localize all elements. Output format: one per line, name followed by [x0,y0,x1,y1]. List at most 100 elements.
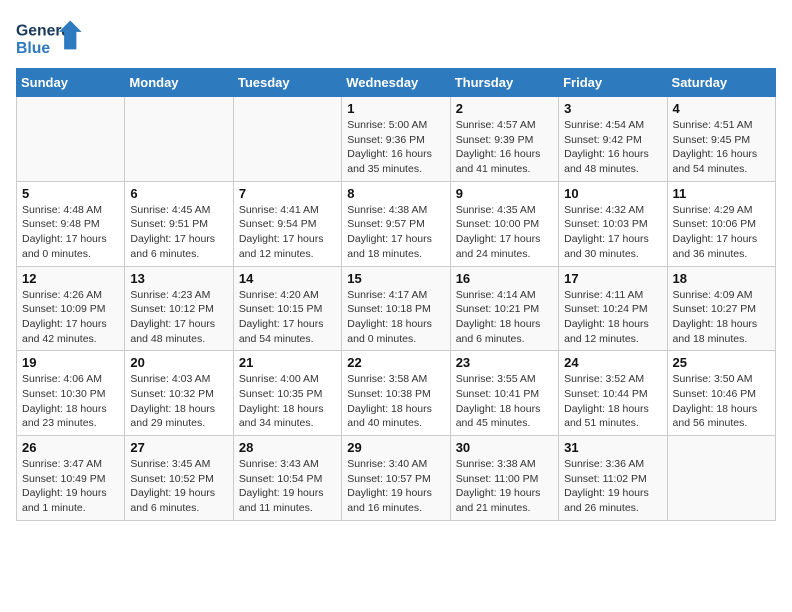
day-number: 22 [347,355,444,370]
calendar-cell: 12 Sunrise: 4:26 AM Sunset: 10:09 PM Dayl… [17,266,125,351]
calendar-cell: 30 Sunrise: 3:38 AM Sunset: 11:00 PM Dayl… [450,436,558,521]
calendar-cell: 19Sunrise: 4:06 AM Sunset: 10:30 PM Dayl… [17,351,125,436]
day-number: 12 [22,271,119,286]
day-info: Sunrise: 4:35 AM Sunset: 10:00 PM Daylig… [456,203,553,262]
day-info: Sunrise: 5:00 AM Sunset: 9:36 PM Dayligh… [347,118,444,177]
day-number: 13 [130,271,227,286]
day-number: 25 [673,355,770,370]
day-number: 7 [239,186,336,201]
day-number: 17 [564,271,661,286]
day-info: Sunrise: 4:23 AM Sunset: 10:12 PM Daylig… [130,288,227,347]
day-number: 10 [564,186,661,201]
day-info: Sunrise: 4:09 AM Sunset: 10:27 PM Daylig… [673,288,770,347]
calendar-cell: 26Sunrise: 3:47 AM Sunset: 10:49 PM Dayl… [17,436,125,521]
calendar-cell [125,97,233,182]
column-header-friday: Friday [559,69,667,97]
calendar-cell: 16Sunrise: 4:14 AM Sunset: 10:21 PM Dayl… [450,266,558,351]
day-info: Sunrise: 3:52 AM Sunset: 10:44 PM Daylig… [564,372,661,431]
column-header-monday: Monday [125,69,233,97]
day-number: 14 [239,271,336,286]
calendar-cell: 27 Sunrise: 3:45 AM Sunset: 10:52 PM Dayl… [125,436,233,521]
page-header: GeneralBlue [16,16,776,60]
calendar-cell: 13 Sunrise: 4:23 AM Sunset: 10:12 PM Dayl… [125,266,233,351]
day-info: Sunrise: 4:26 AM Sunset: 10:09 PM Daylig… [22,288,119,347]
day-info: Sunrise: 3:38 AM Sunset: 11:00 PM Daylig… [456,457,553,516]
day-number: 6 [130,186,227,201]
day-info: Sunrise: 4:03 AM Sunset: 10:32 PM Daylig… [130,372,227,431]
day-info: Sunrise: 4:00 AM Sunset: 10:35 PM Daylig… [239,372,336,431]
calendar-cell: 3 Sunrise: 4:54 AM Sunset: 9:42 PM Daylig… [559,97,667,182]
svg-text:Blue: Blue [16,40,50,57]
calendar-cell: 15 Sunrise: 4:17 AM Sunset: 10:18 PM Dayl… [342,266,450,351]
day-number: 11 [673,186,770,201]
day-number: 3 [564,101,661,116]
calendar-cell: 5Sunrise: 4:48 AM Sunset: 9:48 PM Daylig… [17,181,125,266]
calendar-cell: 9 Sunrise: 4:35 AM Sunset: 10:00 PM Dayli… [450,181,558,266]
calendar-cell: 6 Sunrise: 4:45 AM Sunset: 9:51 PM Daylig… [125,181,233,266]
calendar-cell: 4 Sunrise: 4:51 AM Sunset: 9:45 PM Daylig… [667,97,775,182]
calendar-table: SundayMondayTuesdayWednesdayThursdayFrid… [16,68,776,521]
day-number: 8 [347,186,444,201]
day-info: Sunrise: 4:54 AM Sunset: 9:42 PM Dayligh… [564,118,661,177]
day-info: Sunrise: 4:38 AM Sunset: 9:57 PM Dayligh… [347,203,444,262]
calendar-cell: 29Sunrise: 3:40 AM Sunset: 10:57 PM Dayl… [342,436,450,521]
calendar-cell [667,436,775,521]
calendar-cell: 2 Sunrise: 4:57 AM Sunset: 9:39 PM Daylig… [450,97,558,182]
day-number: 20 [130,355,227,370]
calendar-cell: 21 Sunrise: 4:00 AM Sunset: 10:35 PM Dayl… [233,351,341,436]
day-info: Sunrise: 3:36 AM Sunset: 11:02 PM Daylig… [564,457,661,516]
calendar-cell: 14 Sunrise: 4:20 AM Sunset: 10:15 PM Dayl… [233,266,341,351]
day-number: 1 [347,101,444,116]
day-number: 15 [347,271,444,286]
day-number: 29 [347,440,444,455]
day-number: 30 [456,440,553,455]
day-number: 31 [564,440,661,455]
calendar-cell: 31 Sunrise: 3:36 AM Sunset: 11:02 PM Dayl… [559,436,667,521]
day-number: 18 [673,271,770,286]
day-number: 9 [456,186,553,201]
day-info: Sunrise: 3:47 AM Sunset: 10:49 PM Daylig… [22,457,119,516]
calendar-cell: 17 Sunrise: 4:11 AM Sunset: 10:24 PM Dayl… [559,266,667,351]
calendar-cell: 25 Sunrise: 3:50 AM Sunset: 10:46 PM Dayl… [667,351,775,436]
day-number: 23 [456,355,553,370]
day-info: Sunrise: 3:45 AM Sunset: 10:52 PM Daylig… [130,457,227,516]
column-header-thursday: Thursday [450,69,558,97]
calendar-cell: 18 Sunrise: 4:09 AM Sunset: 10:27 PM Dayl… [667,266,775,351]
day-number: 2 [456,101,553,116]
calendar-cell [17,97,125,182]
day-info: Sunrise: 4:20 AM Sunset: 10:15 PM Daylig… [239,288,336,347]
column-header-saturday: Saturday [667,69,775,97]
calendar-cell: 11Sunrise: 4:29 AM Sunset: 10:06 PM Dayl… [667,181,775,266]
day-number: 16 [456,271,553,286]
calendar-cell: 28Sunrise: 3:43 AM Sunset: 10:54 PM Dayl… [233,436,341,521]
day-info: Sunrise: 3:58 AM Sunset: 10:38 PM Daylig… [347,372,444,431]
logo: GeneralBlue [16,16,86,60]
day-info: Sunrise: 4:11 AM Sunset: 10:24 PM Daylig… [564,288,661,347]
day-info: Sunrise: 4:45 AM Sunset: 9:51 PM Dayligh… [130,203,227,262]
day-info: Sunrise: 4:32 AM Sunset: 10:03 PM Daylig… [564,203,661,262]
calendar-cell: 10 Sunrise: 4:32 AM Sunset: 10:03 PM Dayl… [559,181,667,266]
calendar-cell: 8 Sunrise: 4:38 AM Sunset: 9:57 PM Daylig… [342,181,450,266]
calendar-cell: 24Sunrise: 3:52 AM Sunset: 10:44 PM Dayl… [559,351,667,436]
calendar-cell: 1 Sunrise: 5:00 AM Sunset: 9:36 PM Daylig… [342,97,450,182]
calendar-cell: 23 Sunrise: 3:55 AM Sunset: 10:41 PM Dayl… [450,351,558,436]
column-header-sunday: Sunday [17,69,125,97]
day-info: Sunrise: 3:50 AM Sunset: 10:46 PM Daylig… [673,372,770,431]
day-info: Sunrise: 4:17 AM Sunset: 10:18 PM Daylig… [347,288,444,347]
calendar-cell [233,97,341,182]
calendar-cell: 20 Sunrise: 4:03 AM Sunset: 10:32 PM Dayl… [125,351,233,436]
day-info: Sunrise: 4:41 AM Sunset: 9:54 PM Dayligh… [239,203,336,262]
day-number: 21 [239,355,336,370]
day-info: Sunrise: 4:51 AM Sunset: 9:45 PM Dayligh… [673,118,770,177]
column-header-tuesday: Tuesday [233,69,341,97]
logo-icon: GeneralBlue [16,16,86,60]
calendar-cell: 22 Sunrise: 3:58 AM Sunset: 10:38 PM Dayl… [342,351,450,436]
day-number: 5 [22,186,119,201]
day-info: Sunrise: 4:57 AM Sunset: 9:39 PM Dayligh… [456,118,553,177]
day-info: Sunrise: 3:55 AM Sunset: 10:41 PM Daylig… [456,372,553,431]
day-number: 4 [673,101,770,116]
calendar-cell: 7 Sunrise: 4:41 AM Sunset: 9:54 PM Daylig… [233,181,341,266]
day-number: 27 [130,440,227,455]
day-info: Sunrise: 3:43 AM Sunset: 10:54 PM Daylig… [239,457,336,516]
day-info: Sunrise: 4:06 AM Sunset: 10:30 PM Daylig… [22,372,119,431]
